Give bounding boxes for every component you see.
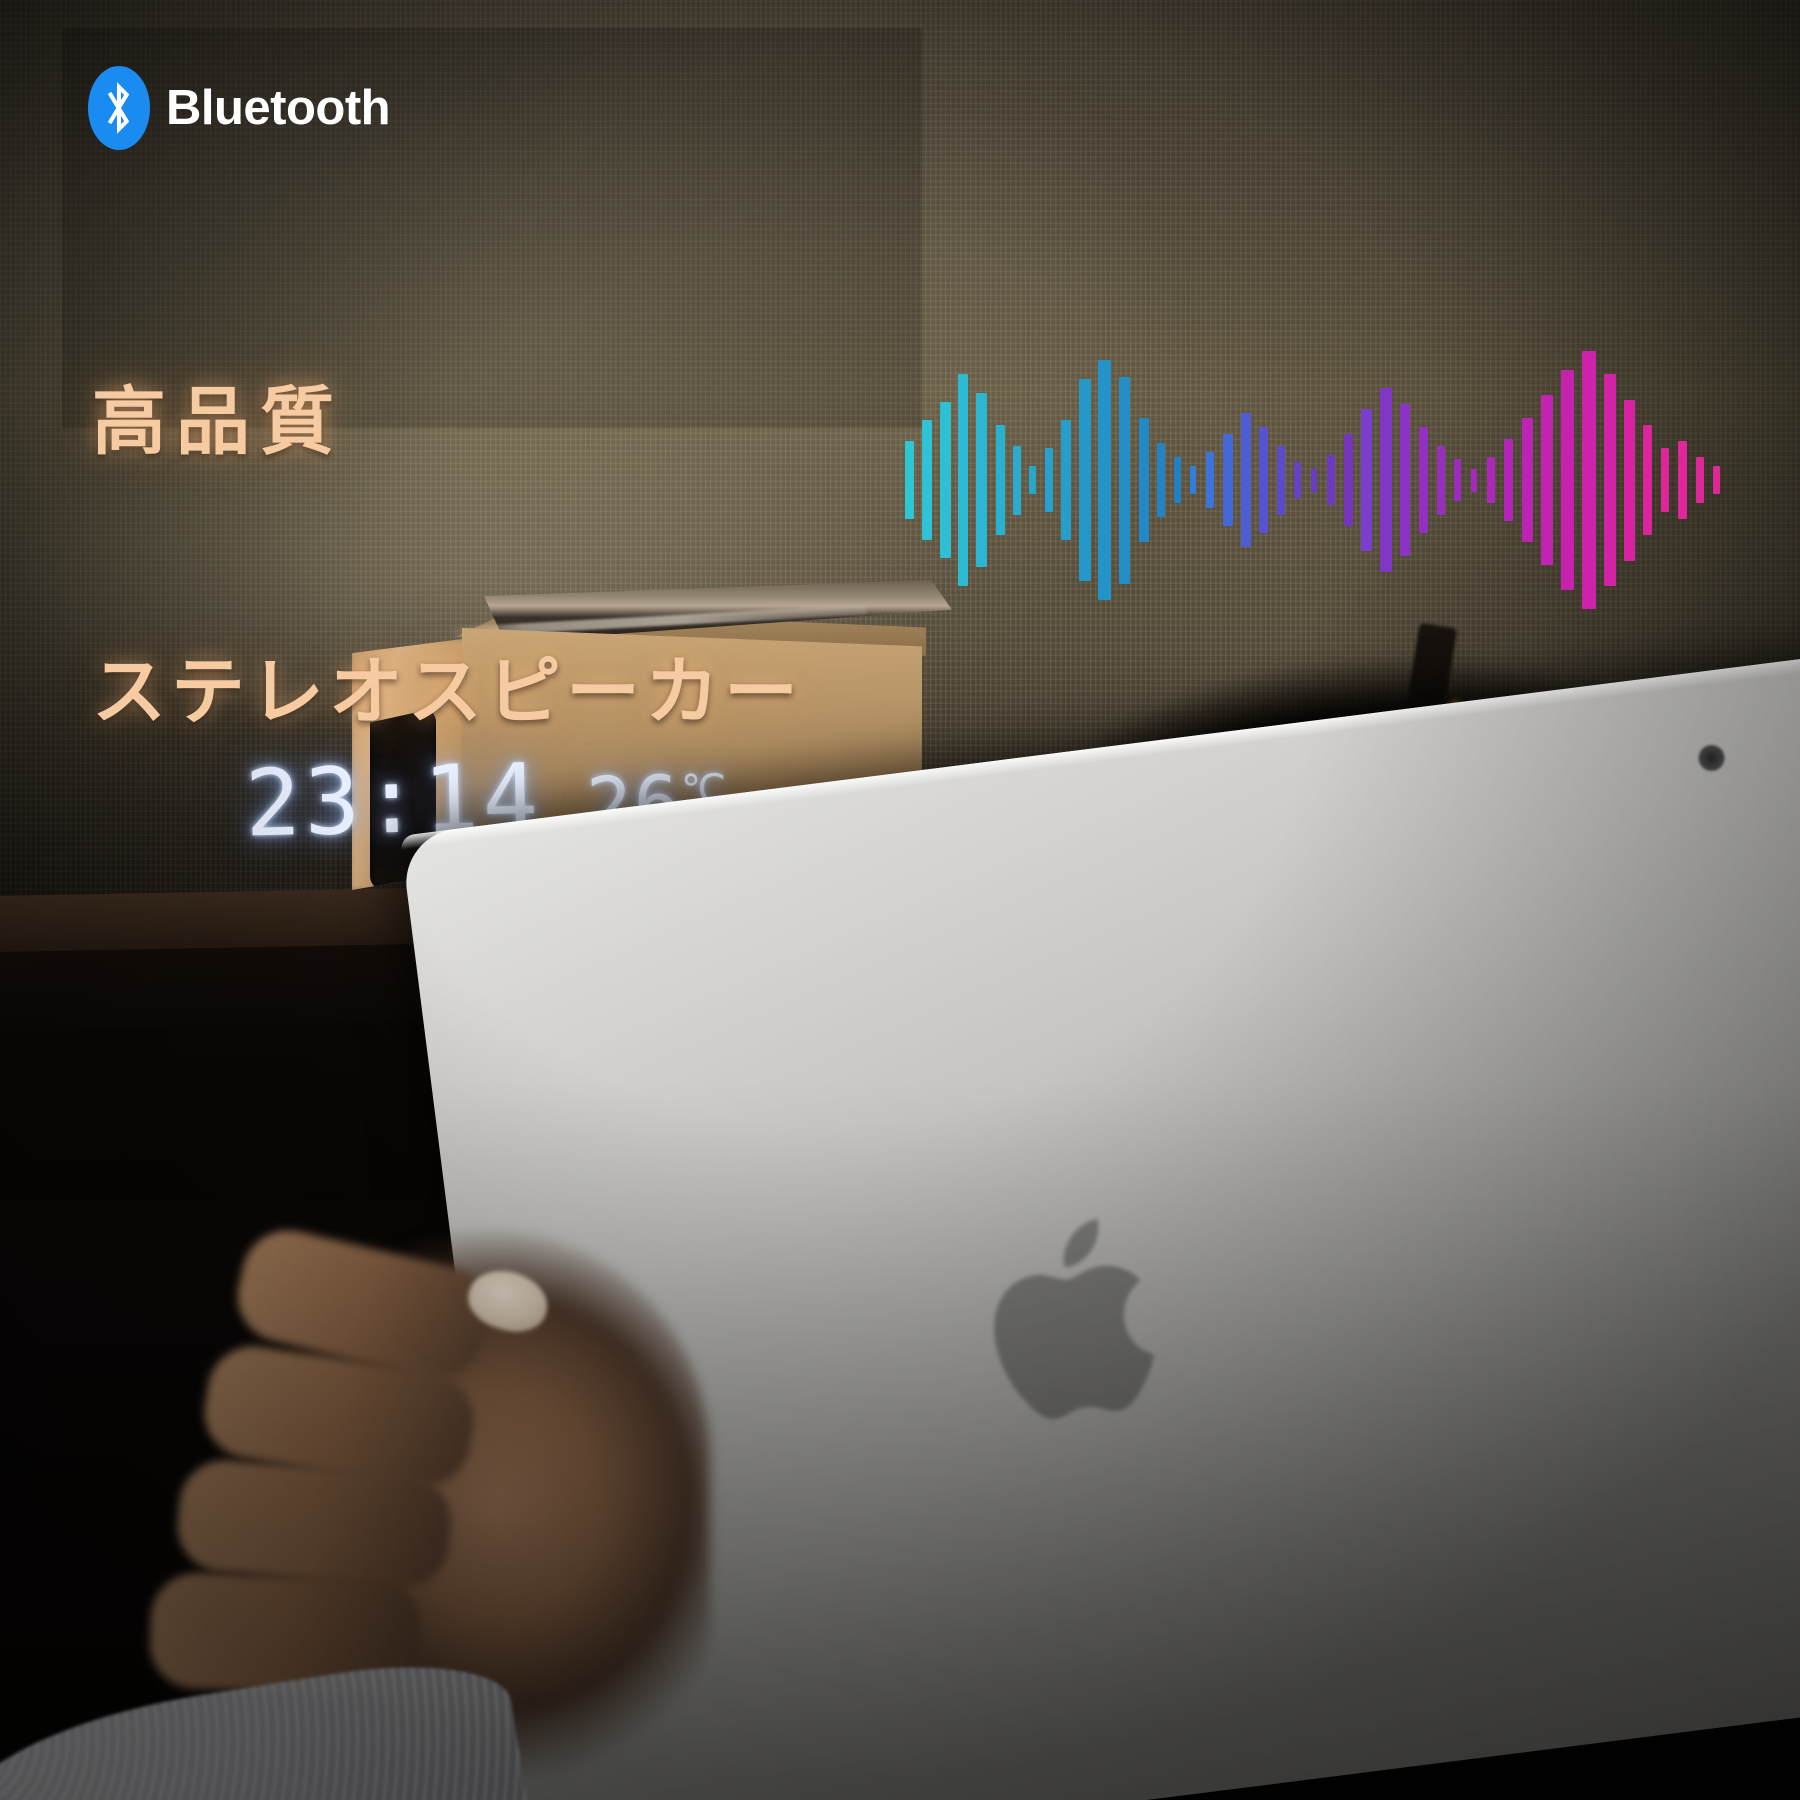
waveform-bar [1541,394,1553,566]
waveform-bar [1259,427,1268,533]
waveform-bar [1661,447,1669,513]
waveform-bar [1643,424,1652,536]
product-marketing-image: 23:14 26℃ Bluetooth 高品質 ステレオスピーカー [0,0,1800,1800]
waveform-bar [1471,468,1477,492]
waveform-bar [1206,452,1214,508]
bluetooth-wordmark: Bluetooth [166,80,391,135]
waveform-bar [1561,369,1574,591]
waveform-bar [905,440,914,520]
waveform-bar [1294,461,1301,499]
waveform-bar [1419,427,1428,533]
waveform-bar [1504,438,1513,522]
waveform-bar [940,401,951,559]
waveform-bar [1098,360,1111,600]
waveform-bar [1454,459,1461,501]
waveform-bar [1079,378,1091,582]
waveform-bar [1190,466,1196,494]
waveform-bar [1624,399,1635,561]
waveform-bar [1311,468,1317,492]
waveform-bar [1061,420,1071,540]
waveform-bar [1696,457,1704,503]
headline-text: 高品質 ステレオスピーカー [92,196,803,918]
waveform-bar [1277,445,1285,515]
waveform-bar [1045,447,1053,513]
waveform-bar [1604,374,1616,586]
waveform-bar [1241,413,1251,547]
waveform-bar [1119,376,1130,584]
waveform-bar [1522,417,1533,543]
bluetooth-badge: Bluetooth [88,66,391,150]
waveform-bar [922,420,932,540]
waveform-bar [1713,466,1720,494]
waveform-bar [1487,457,1495,503]
audio-waveform-visualizer [905,330,1735,630]
waveform-bar [1582,351,1596,609]
waveform-bar [1139,417,1149,543]
headline-line-1: 高品質 [92,379,344,463]
waveform-bar [1380,388,1392,572]
waveform-bar [1361,408,1372,552]
waveform-bar [1013,445,1021,515]
waveform-bar [1344,434,1353,526]
waveform-bar [958,374,968,586]
apple-logo [950,1171,1211,1463]
waveform-bar [1029,466,1036,494]
finger [173,1456,455,1592]
headline-line-2: ステレオスピーカー [92,650,803,734]
waveform-bar [1437,445,1445,515]
waveform-bar [1400,404,1410,556]
waveform-bar [1223,434,1233,526]
waveform-bar [1327,454,1335,506]
waveform-bar [1157,443,1165,517]
waveform-bar [996,424,1005,536]
waveform-bar [976,392,987,568]
waveform-bar [1678,440,1687,520]
waveform-bar [1174,457,1181,503]
ipad-camera-lens [1697,743,1727,773]
bluetooth-icon [88,66,150,150]
